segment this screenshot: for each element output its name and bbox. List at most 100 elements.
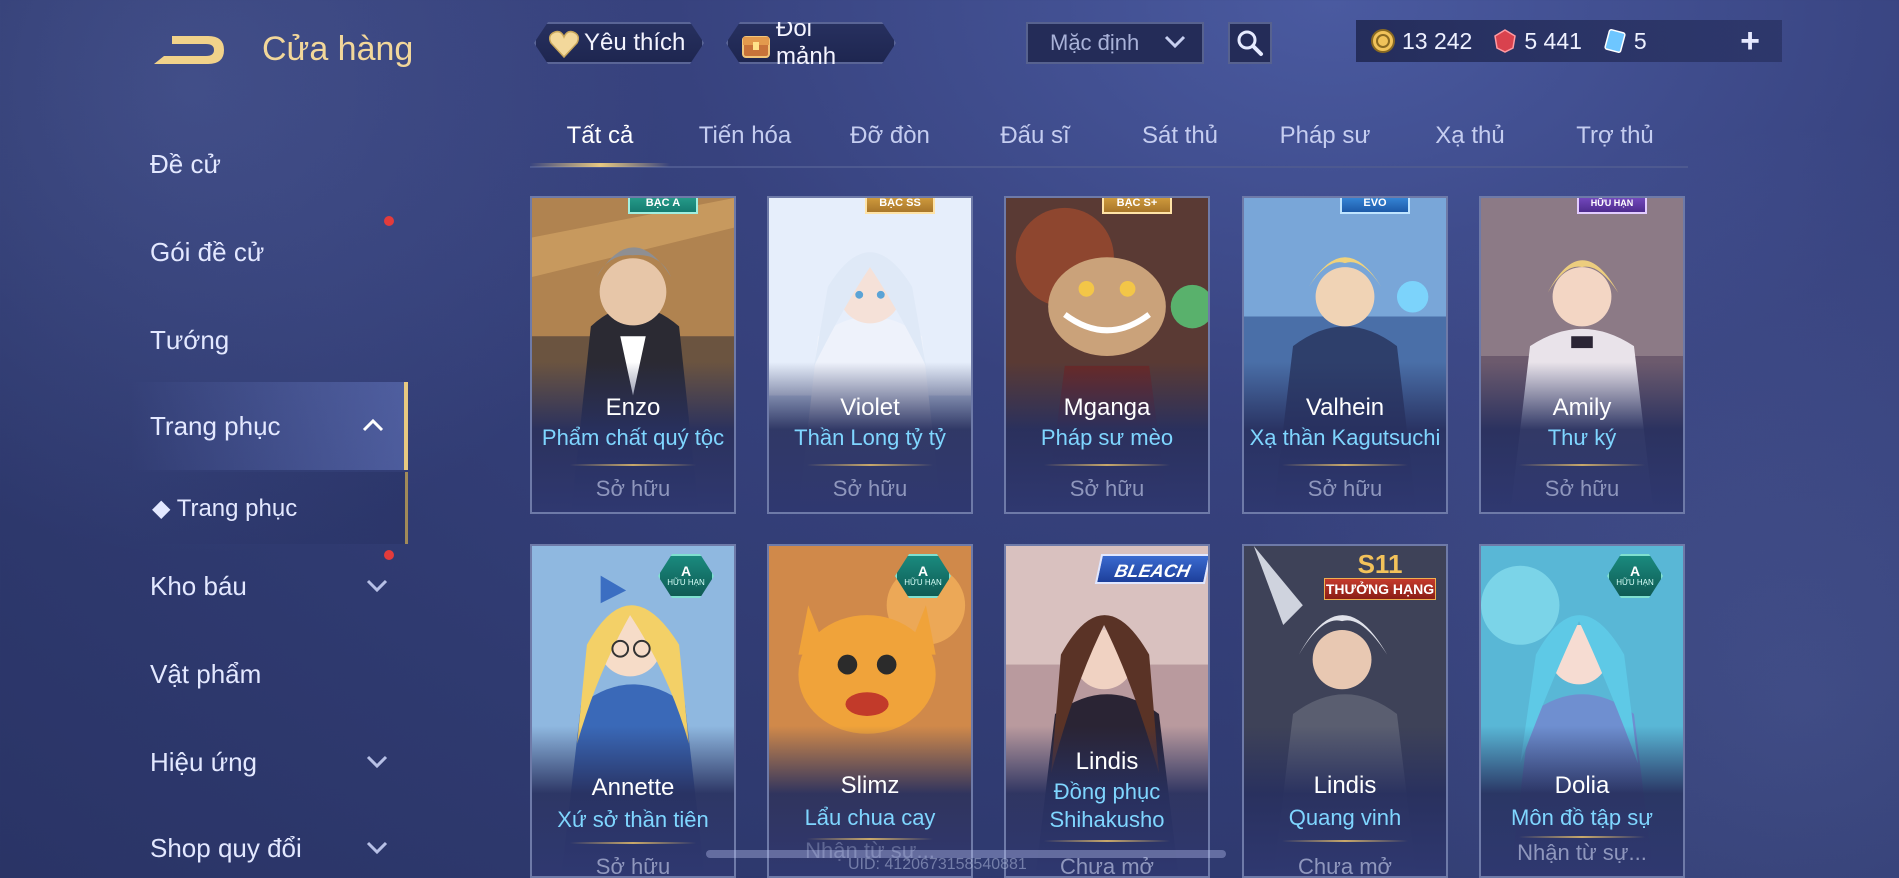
- gem-amount: 5 441: [1524, 27, 1582, 54]
- tab-tank[interactable]: Đỡ đòn: [820, 122, 960, 150]
- tier-badge-grade: A: [680, 563, 692, 579]
- rank-label: THƯỞNG HẠNG: [1324, 578, 1436, 600]
- sidebar-item-exchange-shop[interactable]: Shop quy đổi: [130, 812, 408, 878]
- season-rank-badge: S11 THƯỞNG HẠNG: [1324, 550, 1436, 606]
- hero-name: Mganga: [1063, 394, 1151, 421]
- treasure-chest-icon: [740, 29, 772, 59]
- page-title: Cửa hàng: [262, 30, 414, 68]
- card-divider: [1519, 464, 1645, 466]
- sort-select[interactable]: Mặc định: [1026, 22, 1204, 64]
- tier-badge-grade: A: [1629, 563, 1641, 579]
- tab-assassin[interactable]: Sát thủ: [1110, 122, 1250, 150]
- card-divider: [570, 464, 696, 466]
- sidebar-item-label: Hiệu ứng: [150, 746, 258, 777]
- tab-support[interactable]: Trợ thủ: [1545, 122, 1685, 150]
- chevron-down-icon: [366, 755, 388, 768]
- skin-name: Phẩm chất quý tộc: [541, 425, 725, 450]
- skin-card-dolia[interactable]: A HỮU HẠN Dolia Môn đồ tập sự Nhận từ sự…: [1479, 544, 1685, 878]
- skin-name: Quang vinh: [1288, 805, 1402, 830]
- tier-badge-grade: A: [917, 563, 929, 579]
- sidebar-item-skins[interactable]: Trang phục: [130, 382, 408, 470]
- exchange-fragments-button[interactable]: Đổi mảnh: [726, 22, 896, 64]
- ownership-status: Sở hữu: [1544, 476, 1620, 501]
- skin-card-lindis-glory[interactable]: S11 THƯỞNG HẠNG Lindis Quang vinh Chưa m…: [1242, 544, 1448, 878]
- add-currency-button[interactable]: +: [1740, 24, 1760, 58]
- card-divider: [1519, 836, 1645, 838]
- tab-evolution[interactable]: Tiến hóa: [675, 122, 815, 150]
- notification-dot: [384, 216, 394, 226]
- skin-card-annette[interactable]: A HỮU HẠN Annette Xứ sở thần tiên Sở hữu: [530, 544, 736, 878]
- hero-name: Dolia: [1554, 772, 1610, 799]
- tab-marksman[interactable]: Xạ thủ: [1400, 122, 1540, 150]
- skin-card-slimz[interactable]: A HỮU HẠN Slimz Lẩu chua cay Nhận từ sự.…: [767, 544, 973, 878]
- gem-currency: 5 441: [1492, 28, 1582, 55]
- gold-amount: 13 242: [1402, 27, 1473, 54]
- tier-badge-sub: HỮU HẠN: [904, 578, 942, 587]
- skin-name: Pháp sư mèo: [1040, 425, 1174, 450]
- sidebar-item-effects[interactable]: Hiệu ứng: [130, 726, 408, 798]
- sidebar-subitem-label: ◆ Trang phục: [152, 494, 298, 522]
- hero-name: Annette: [591, 774, 675, 801]
- chevron-down-icon: [1164, 35, 1186, 49]
- ownership-status: Sở hữu: [1069, 476, 1145, 501]
- skin-name: Môn đồ tập sự: [1511, 805, 1653, 830]
- skin-card-mganga[interactable]: BẬC S+ Mganga Pháp sư mèo Sở hữu: [1004, 196, 1210, 514]
- sidebar: Đề cử Gói đề cử Tướng Trang phục ◆ Trang…: [130, 120, 408, 878]
- currency-bar: 13 242 5 441 5 +: [1356, 20, 1782, 62]
- skin-card-violet[interactable]: BẬC SS Violet Thần Long tỷ tỷ Sở hữu: [767, 196, 973, 514]
- sidebar-item-label: Kho báu: [150, 570, 247, 601]
- tab-mage[interactable]: Pháp sư: [1255, 122, 1395, 150]
- tier-badge: HỮU HẠN: [1577, 198, 1647, 214]
- card-divider: [1282, 464, 1408, 466]
- back-arrow-icon: [154, 36, 224, 64]
- hero-name: Valhein: [1305, 394, 1385, 421]
- sidebar-item-recommended-packs[interactable]: Gói đề cử: [130, 216, 408, 288]
- sort-select-value: Mặc định: [1050, 30, 1140, 55]
- skin-name-line2: Shihakusho: [1049, 807, 1165, 832]
- back-button[interactable]: [150, 28, 230, 72]
- sidebar-item-items[interactable]: Vật phẩm: [130, 638, 408, 710]
- card-divider: [1282, 840, 1408, 842]
- sidebar-item-label: Gói đề cử: [150, 236, 265, 267]
- skin-card-enzo[interactable]: BẬC A Enzo Phẩm chất quý tộc Sở hữu: [530, 196, 736, 514]
- card-divider: [1044, 840, 1170, 842]
- sidebar-item-label: Đề cử: [150, 148, 221, 179]
- sidebar-item-heroes[interactable]: Tướng: [130, 304, 408, 376]
- favorite-label: Yêu thích: [584, 29, 686, 56]
- hero-name: Lindis: [1075, 748, 1139, 775]
- search-button[interactable]: [1228, 22, 1272, 64]
- voucher-currency: 5: [1602, 28, 1647, 55]
- card-divider: [1044, 464, 1170, 466]
- favorite-button[interactable]: Yêu thích: [534, 22, 704, 64]
- sidebar-subitem-skins[interactable]: ◆ Trang phục: [130, 472, 408, 544]
- ownership-status: Sở hữu: [595, 854, 671, 878]
- red-gem-icon: [1494, 29, 1517, 53]
- notification-dot: [384, 550, 394, 560]
- tier-badge: BẬC S+: [1102, 198, 1172, 214]
- ownership-status: Sở hữu: [1307, 476, 1383, 501]
- hero-name: Slimz: [840, 772, 900, 799]
- skin-card-amily[interactable]: HỮU HẠN Amily Thư ký Sở hữu: [1479, 196, 1685, 514]
- voucher-card-icon: [1604, 28, 1626, 54]
- tab-fighter[interactable]: Đấu sĩ: [965, 122, 1105, 150]
- sidebar-item-recommended[interactable]: Đề cử: [130, 128, 408, 200]
- season-label: S11: [1357, 549, 1403, 579]
- hero-name: Lindis: [1313, 772, 1377, 799]
- skin-card-valhein[interactable]: EVO Valhein Xạ thần Kagutsuchi Sở hữu: [1242, 196, 1448, 514]
- voucher-amount: 5: [1633, 27, 1647, 54]
- bleach-collab-badge: BLEACH: [1094, 554, 1208, 584]
- sidebar-item-treasure[interactable]: Kho báu: [130, 550, 408, 622]
- ownership-status: Chưa mở: [1298, 854, 1392, 878]
- card-divider: [570, 842, 696, 844]
- skin-card-lindis-bleach[interactable]: BLEACH Lindis Đồng phục Shihakusho Chưa …: [1004, 544, 1210, 878]
- skin-name: Xứ sở thần tiên: [557, 807, 709, 832]
- search-icon: [1237, 30, 1263, 56]
- ownership-status: Nhận từ sự...: [1517, 840, 1647, 865]
- gold-coin-icon: [1371, 29, 1395, 53]
- sidebar-item-label: Tướng: [150, 324, 230, 355]
- hero-name: Violet: [840, 394, 900, 421]
- card-divider: [807, 464, 933, 466]
- tier-badge-sub: HỮU HẠN: [1616, 578, 1654, 587]
- tab-all[interactable]: Tất cả: [530, 122, 670, 150]
- hero-name: Enzo: [605, 394, 661, 421]
